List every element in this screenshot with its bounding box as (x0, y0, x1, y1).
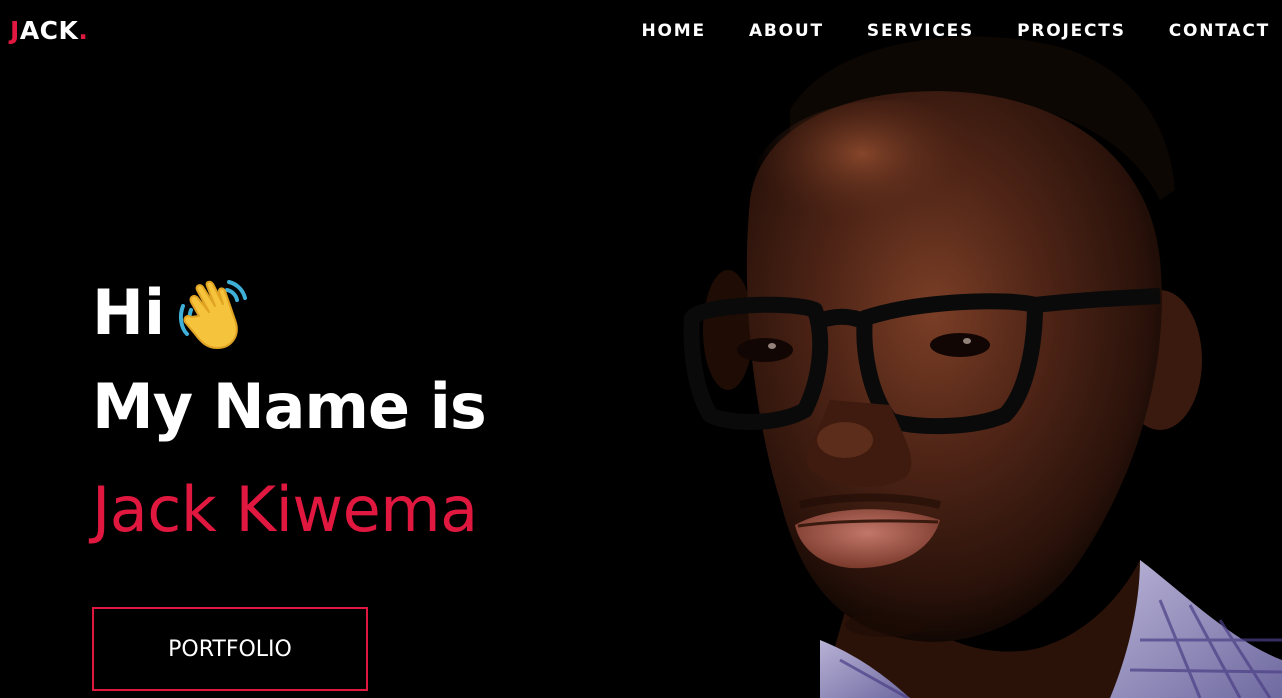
greeting-line: Hi (92, 270, 486, 356)
nav-contact-link[interactable]: CONTACT (1169, 18, 1270, 44)
page: JACK. HOME ABOUT SERVICES PROJECTS CONTA… (0, 0, 1282, 698)
main-nav: HOME ABOUT SERVICES PROJECTS CONTACT (642, 18, 1270, 44)
greeting-text: Hi (92, 276, 166, 349)
nav-projects-link[interactable]: PROJECTS (1017, 18, 1126, 44)
hero-portrait-image (640, 0, 1282, 698)
logo-text: ACK (19, 16, 79, 45)
portfolio-button[interactable]: PORTFOLIO (92, 607, 368, 691)
nav-home-link[interactable]: HOME (642, 18, 706, 44)
hero-title: My Name is (92, 370, 487, 443)
logo-dot: . (78, 16, 89, 45)
waving-hand-icon (177, 276, 249, 350)
hero-intro: Hi My Name is Jack Kiwema (92, 270, 487, 550)
logo-first-letter: J (10, 16, 20, 45)
site-logo[interactable]: JACK. (10, 14, 88, 48)
hero-name: Jack Kiwema (92, 473, 478, 546)
nav-about-link[interactable]: ABOUT (749, 18, 824, 44)
nav-services-link[interactable]: SERVICES (867, 18, 974, 44)
